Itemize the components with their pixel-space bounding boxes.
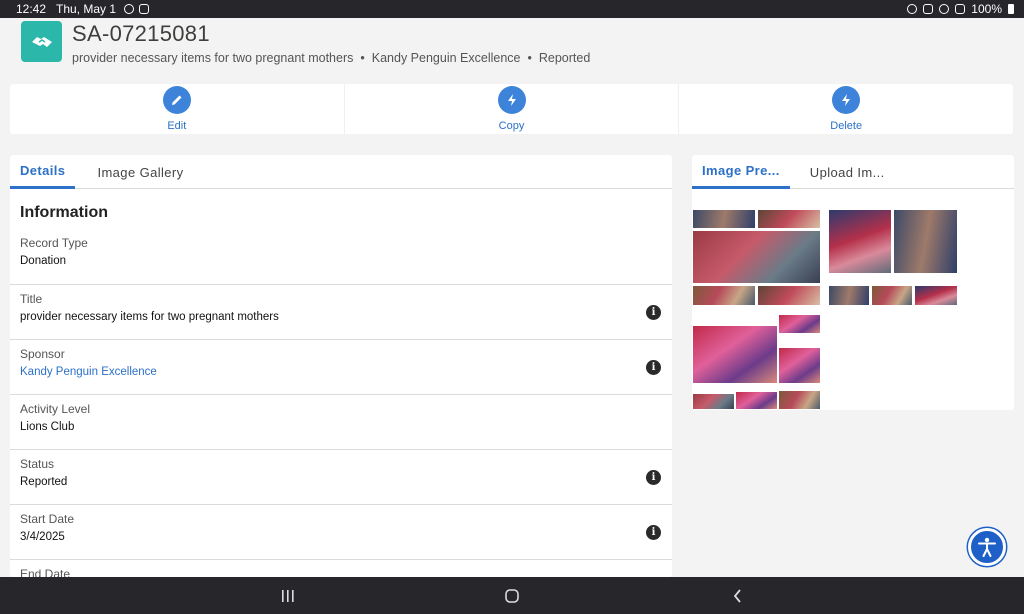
field-value: Lions Club <box>20 421 75 433</box>
edit-button[interactable]: Edit <box>10 84 345 134</box>
delete-button-label: Delete <box>830 120 863 132</box>
back-icon <box>733 588 741 603</box>
recent-apps-icon <box>282 589 294 602</box>
field-end-date: End Date i <box>10 560 672 577</box>
page-title: SA-07215081 <box>72 21 210 46</box>
field-record-type: Record Type Donation <box>10 229 672 285</box>
subtitle-title: provider necessary items for two pregnan… <box>72 51 354 65</box>
photo-thumbnail[interactable] <box>828 209 892 274</box>
whatsapp-icon <box>124 4 135 14</box>
status-bar: 12:42 Thu, May 1 100% <box>0 0 1024 18</box>
field-label: Title <box>20 292 43 306</box>
sponsor-link[interactable]: Kandy Penguin Excellence <box>20 366 662 378</box>
photo-thumbnail[interactable] <box>778 314 821 334</box>
photo-thumbnail[interactable] <box>871 285 913 306</box>
image-preview-card: Image Pre... Upload Im... <box>692 155 1014 410</box>
action-bar: Edit Copy Delete <box>10 84 1013 134</box>
preview-tabs: Image Pre... Upload Im... <box>692 155 1014 189</box>
lightning-icon <box>832 86 861 114</box>
tab-image-gallery[interactable]: Image Gallery <box>87 155 193 189</box>
back-button[interactable] <box>708 577 768 614</box>
photo-thumbnail[interactable] <box>692 393 735 410</box>
gallery-icon <box>139 4 150 14</box>
field-value: Donation <box>20 255 67 267</box>
pencil-icon <box>162 86 191 114</box>
signal-icon <box>955 4 966 14</box>
copy-button-label: Copy <box>498 120 525 132</box>
recent-apps-button[interactable] <box>258 577 318 614</box>
field-start-date: Start Date 3/4/2025 i <box>10 505 672 560</box>
field-label: Activity Level <box>20 402 91 416</box>
details-card: Details Image Gallery Information Record… <box>10 155 672 577</box>
battery-percent: 100% <box>971 2 1002 16</box>
field-label: Record Type <box>20 236 88 250</box>
record-subtitle: provider necessary items for two pregnan… <box>72 51 590 65</box>
home-icon <box>505 588 519 603</box>
tab-details[interactable]: Details <box>10 155 76 189</box>
photo-thumbnail[interactable] <box>757 285 821 306</box>
separator-dot: • <box>527 51 532 65</box>
accessibility-icon <box>978 537 996 557</box>
info-icon[interactable]: i <box>646 305 661 320</box>
photo-thumbnail[interactable] <box>757 209 821 229</box>
subtitle-status: Reported <box>538 51 591 65</box>
info-icon[interactable]: i <box>646 470 661 485</box>
field-sponsor: Sponsor Kandy Penguin Excellence i <box>10 340 672 395</box>
status-date: Thu, May 1 <box>56 2 117 16</box>
field-label: Sponsor <box>20 347 65 361</box>
field-title: Title provider necessary items for two p… <box>10 285 672 340</box>
section-title: Information <box>20 204 108 221</box>
field-value: provider necessary items for two pregnan… <box>20 311 279 323</box>
wifi-icon <box>939 4 950 14</box>
copy-button[interactable]: Copy <box>345 84 680 134</box>
lightning-icon <box>497 86 526 114</box>
handshake-icon <box>21 21 62 62</box>
mute-icon <box>923 4 934 14</box>
record-header: SA-07215081 provider necessary items for… <box>0 18 1024 80</box>
status-time: 12:42 <box>16 2 47 16</box>
details-tabs: Details Image Gallery <box>10 155 672 189</box>
edit-button-label: Edit <box>167 120 187 132</box>
photo-thumbnail[interactable] <box>692 230 821 284</box>
field-value: Reported <box>20 476 68 488</box>
field-label: End Date <box>20 567 71 577</box>
home-button[interactable] <box>482 577 542 614</box>
field-label: Status <box>20 457 55 471</box>
tab-upload-image[interactable]: Upload Im... <box>800 155 895 189</box>
photo-thumbnail[interactable] <box>914 285 958 306</box>
photo-thumbnail[interactable] <box>692 285 756 306</box>
field-activity-level: Activity Level Lions Club <box>10 395 672 450</box>
tab-image-preview[interactable]: Image Pre... <box>692 155 790 189</box>
photo-thumbnail[interactable] <box>735 391 778 410</box>
photo-thumbnail[interactable] <box>778 390 821 410</box>
photo-thumbnail[interactable] <box>828 285 870 306</box>
field-status: Status Reported i <box>10 450 672 505</box>
alarm-icon <box>907 4 918 14</box>
accessibility-button[interactable] <box>968 528 1006 566</box>
photo-thumbnail[interactable] <box>692 209 756 229</box>
info-icon[interactable]: i <box>646 525 661 540</box>
photo-thumbnail[interactable] <box>893 209 958 274</box>
system-nav-bar <box>0 577 1024 614</box>
photo-thumbnail[interactable] <box>778 347 821 384</box>
separator-dot: • <box>360 51 365 65</box>
field-label: Start Date <box>20 512 75 526</box>
delete-button[interactable]: Delete <box>679 84 1013 134</box>
info-icon[interactable]: i <box>646 360 661 375</box>
battery-icon <box>1008 4 1014 14</box>
field-value: 3/4/2025 <box>20 531 65 543</box>
photo-thumbnail[interactable] <box>692 325 778 384</box>
subtitle-sponsor: Kandy Penguin Excellence <box>371 51 521 65</box>
